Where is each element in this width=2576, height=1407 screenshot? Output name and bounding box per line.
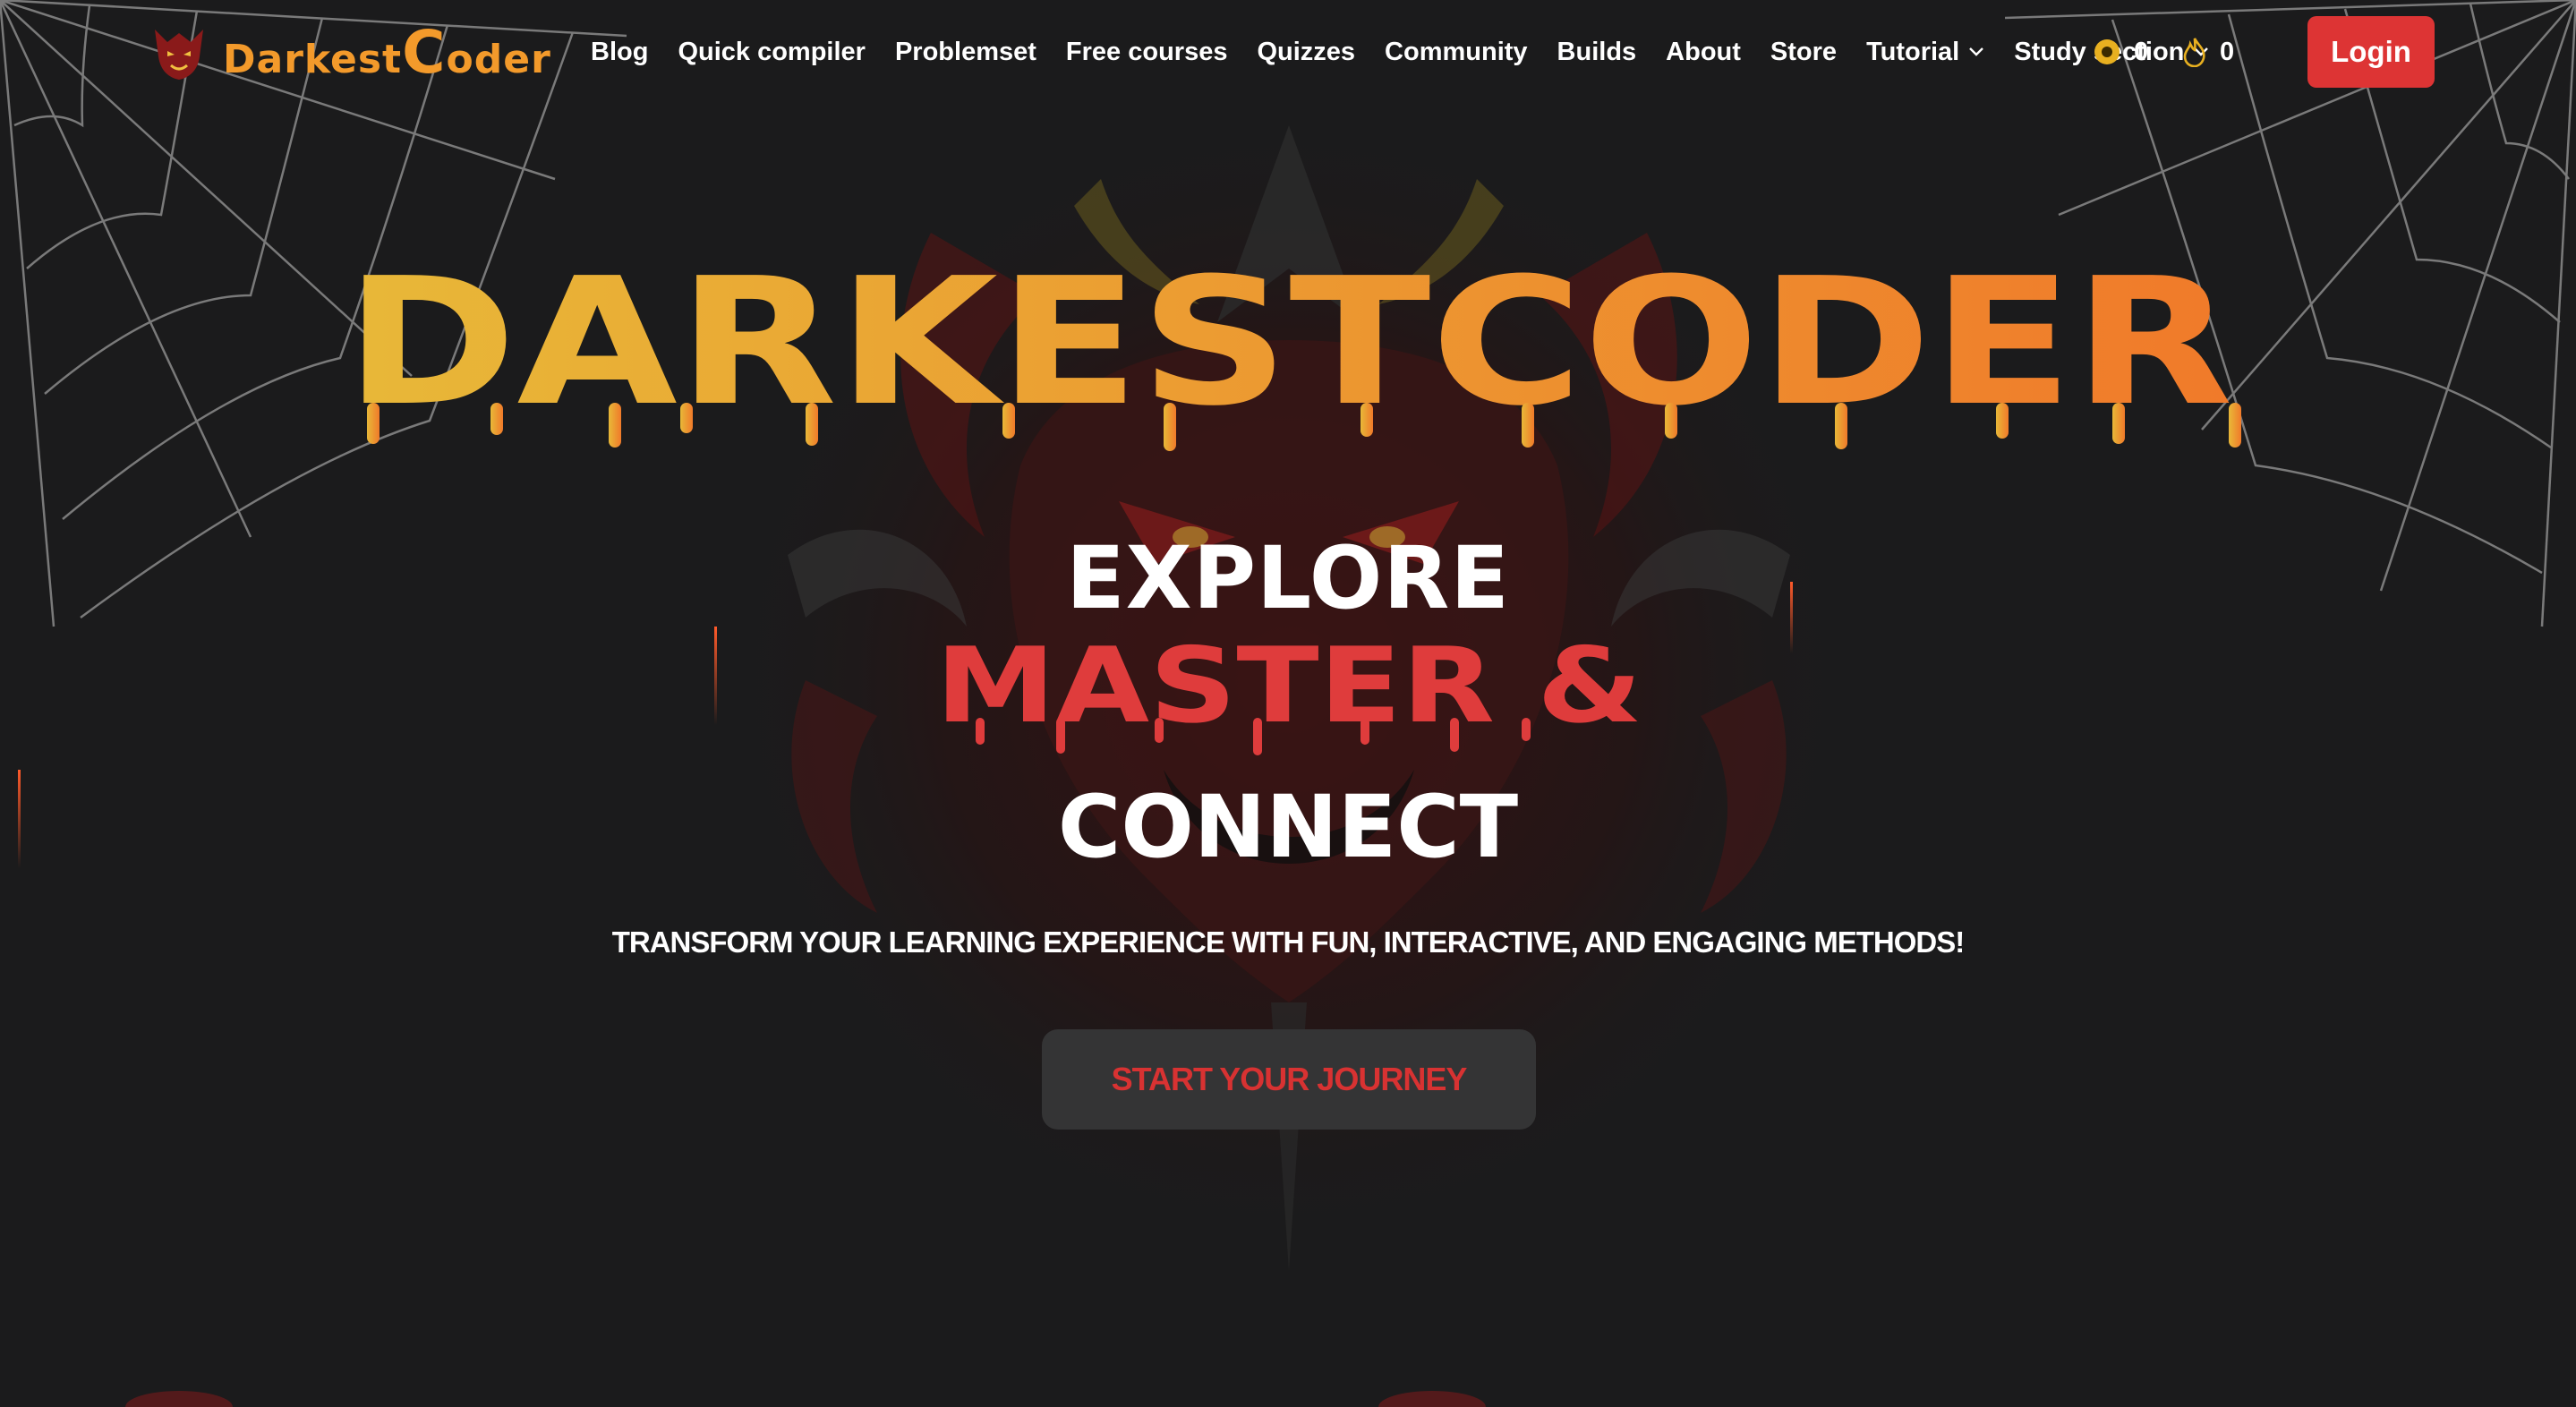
hero-headline-connect: CONNECT [1057,777,1519,877]
flame-icon [2183,38,2205,67]
nav-link-problemset[interactable]: Problemset [895,38,1036,67]
hero-headline-master: MASTER & [935,632,1642,755]
svg-text:DARKESTCODER: DARKESTCODER [345,269,2233,445]
start-journey-button[interactable]: START YOUR JOURNEY [1042,1029,1536,1130]
hero-brand-title: DARKESTCODER [345,269,2241,451]
nav-link-quizzes[interactable]: Quizzes [1257,38,1355,67]
page: DarkestCoder Blog Quick compiler Problem… [0,0,2576,1407]
nav-link-builds[interactable]: Builds [1557,38,1637,67]
logo-wordmark: DarkestCoder [223,17,551,87]
nav-link-free-courses[interactable]: Free courses [1066,38,1228,67]
nav-dropdown-tutorial[interactable]: Tutorial [1866,38,1984,67]
login-button[interactable]: Login [2307,16,2435,88]
main-nav: Blog Quick compiler Problemset Free cour… [591,0,2239,104]
site-logo[interactable]: DarkestCoder [148,17,551,87]
nav-dropdown-label: Tutorial [1866,37,1960,66]
streak-counter[interactable]: 0 [2182,32,2234,72]
streak-count: 0 [2220,37,2235,66]
demon-logo-icon [155,30,203,80]
svg-text:MASTER &: MASTER & [935,632,1642,746]
coin-icon [2094,39,2120,64]
coin-counter[interactable]: 0 [2093,32,2148,72]
hero-headline-explore: EXPLORE [1066,528,1510,628]
chevron-down-icon [1969,47,1984,56]
hero-tagline: TRANSFORM YOUR LEARNING EXPERIENCE WITH … [611,925,1966,959]
nav-link-store[interactable]: Store [1770,38,1837,67]
nav-link-quick-compiler[interactable]: Quick compiler [678,38,866,67]
coin-count: 0 [2134,37,2149,66]
site-header: DarkestCoder Blog Quick compiler Problem… [0,0,2576,104]
nav-link-blog[interactable]: Blog [591,38,648,67]
nav-link-about[interactable]: About [1666,38,1741,67]
nav-link-community[interactable]: Community [1385,38,1528,67]
